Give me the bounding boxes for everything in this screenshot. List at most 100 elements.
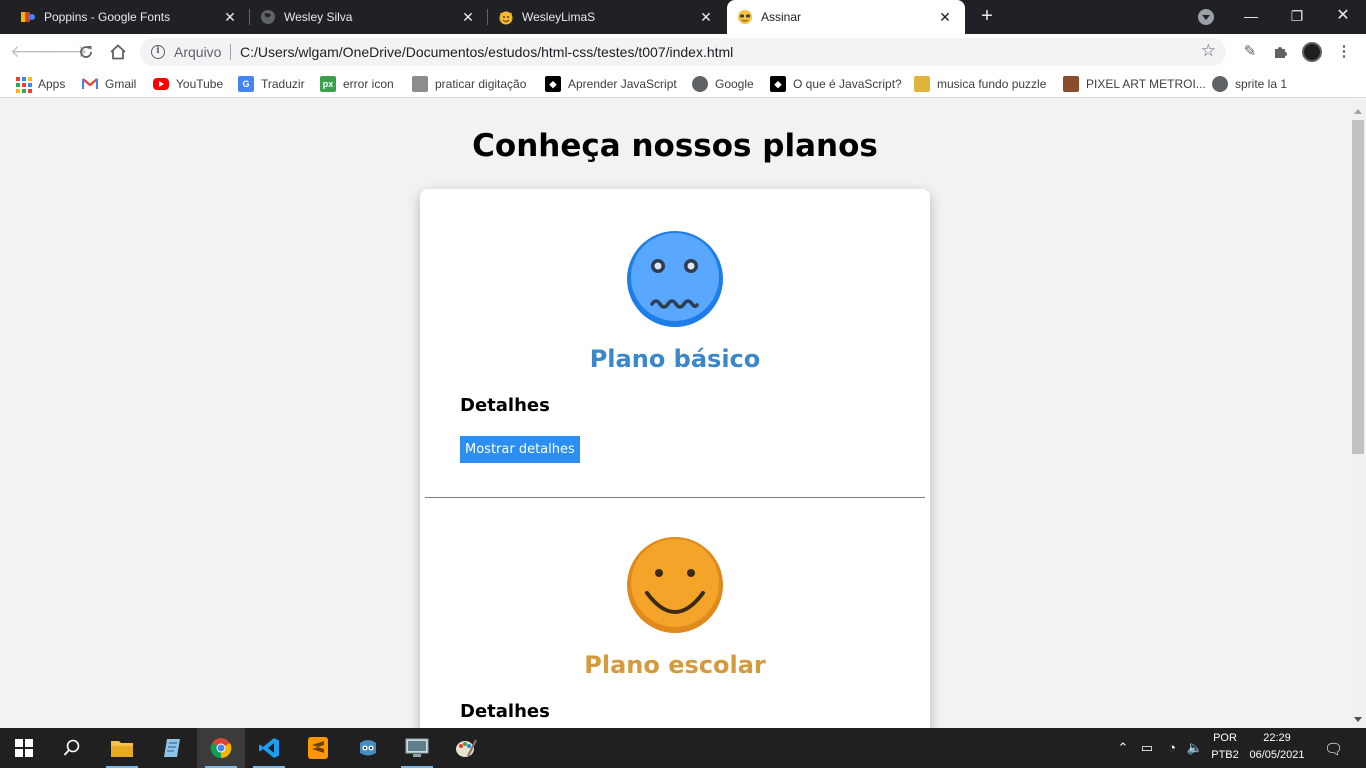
bookmark-google[interactable]: Google xyxy=(692,76,754,92)
bookmark-pixel-art[interactable]: PIXEL ART METROI... xyxy=(1063,76,1206,92)
keyboard-layout[interactable]: PTB2 xyxy=(1210,749,1240,761)
new-tab-button[interactable]: + xyxy=(976,5,998,27)
language-indicator[interactable]: POR xyxy=(1210,732,1240,744)
tab-title: WesleyLimaS xyxy=(522,10,596,24)
wifi-icon[interactable]: ◔ xyxy=(1163,740,1181,755)
home-icon[interactable] xyxy=(106,40,130,64)
tab-search-icon[interactable] xyxy=(1198,9,1214,25)
scroll-thumb[interactable] xyxy=(1352,120,1364,454)
close-window-button[interactable]: ✕ xyxy=(1320,0,1366,34)
bookmark-traduzir[interactable]: G Traduzir xyxy=(238,76,305,92)
typing-icon xyxy=(412,76,428,92)
page-title: Conheça nossos planos xyxy=(472,128,878,164)
pixel-art-icon xyxy=(1063,76,1079,92)
start-icon[interactable] xyxy=(0,728,48,768)
smiley-cat-icon xyxy=(498,9,514,25)
search-icon[interactable] xyxy=(48,728,96,768)
bookmark-label: YouTube xyxy=(176,77,224,91)
bookmark-sprite-la-1[interactable]: sprite la 1 xyxy=(1212,76,1287,92)
bookmark-gmail[interactable]: Gmail xyxy=(82,76,136,92)
volume-icon[interactable]: 🔈 xyxy=(1186,740,1204,756)
bookmark-label: praticar digitação xyxy=(435,77,527,91)
chrome-icon[interactable] xyxy=(197,728,245,768)
clock-date[interactable]: 06/05/2021 xyxy=(1246,749,1308,761)
menu-kebab-icon[interactable]: ⋮ xyxy=(1334,42,1354,62)
minimize-button[interactable]: — xyxy=(1228,0,1274,34)
bookmark-black-icon: ◆ xyxy=(770,76,786,92)
restore-button[interactable]: ❐ xyxy=(1274,0,1320,34)
address-bar[interactable]: i Arquivo C:/Users/wlgam/OneDrive/Docume… xyxy=(140,38,1226,66)
notification-icon[interactable]: 🗨 xyxy=(1324,740,1343,758)
extensions-puzzle-icon[interactable] xyxy=(1270,42,1290,62)
plans-card: Plano básico Detalhes Mostrar detalhes P… xyxy=(420,189,930,728)
youtube-icon xyxy=(153,78,169,90)
nervous-face-icon xyxy=(625,229,725,329)
godot-icon[interactable] xyxy=(344,728,392,768)
globe-icon xyxy=(260,9,276,25)
close-tab-icon[interactable]: ✕ xyxy=(222,9,238,25)
reload-icon[interactable] xyxy=(74,40,98,64)
tab-assinar[interactable]: Assinar ✕ xyxy=(727,0,965,34)
security-label: Arquivo xyxy=(174,44,222,60)
sublime-text-icon[interactable] xyxy=(294,728,342,768)
star-bookmark-icon[interactable]: ☆ xyxy=(1201,41,1216,61)
forward-arrow-icon[interactable]: 🡒 xyxy=(42,40,88,64)
plan-divider xyxy=(425,497,925,498)
file-explorer-icon[interactable] xyxy=(98,728,146,768)
smiling-face-icon xyxy=(625,535,725,635)
battery-icon[interactable]: ▭ xyxy=(1138,740,1156,756)
browser-tab-strip: Poppins - Google Fonts ✕ Wesley Silva ✕ … xyxy=(0,0,1366,34)
bookmark-label: sprite la 1 xyxy=(1235,77,1288,91)
bookmark-praticar-digitacao[interactable]: praticar digitação xyxy=(412,76,526,92)
tab-title: Wesley Silva xyxy=(284,10,353,24)
bookmark-aprender-javascript[interactable]: ◆ Aprender JavaScript xyxy=(545,76,677,92)
scroll-down-arrow-icon[interactable] xyxy=(1354,717,1362,722)
vscode-icon[interactable] xyxy=(245,728,293,768)
plan-name: Plano básico xyxy=(589,345,761,373)
bookmark-error-icon[interactable]: px error icon xyxy=(320,76,394,92)
bookmark-label: musica fundo puzzle xyxy=(937,77,1047,91)
paint-icon[interactable] xyxy=(442,728,490,768)
info-icon[interactable]: i xyxy=(151,45,165,59)
profile-avatar[interactable] xyxy=(1302,42,1322,62)
bookmark-label: Traduzir xyxy=(261,77,305,91)
bookmark-youtube[interactable]: YouTube xyxy=(153,76,223,92)
remote-desktop-icon[interactable] xyxy=(393,728,441,768)
close-tab-icon[interactable]: ✕ xyxy=(937,9,953,25)
notepad-icon[interactable] xyxy=(148,728,196,768)
tab-wesley-silva[interactable]: Wesley Silva ✕ xyxy=(250,0,488,34)
windows-taskbar: ⌃ ▭ ◔ 🔈 POR PTB2 22:29 06/05/2021 🗨 xyxy=(0,728,1366,768)
chevron-up-icon[interactable]: ⌃ xyxy=(1114,740,1132,756)
globe-icon xyxy=(692,76,708,92)
url-text[interactable]: C:/Users/wlgam/OneDrive/Documentos/estud… xyxy=(240,44,733,60)
tab-title: Assinar xyxy=(761,10,802,24)
close-tab-icon[interactable]: ✕ xyxy=(460,9,476,25)
details-heading: Detalhes xyxy=(460,395,550,416)
extension-pen-icon[interactable]: ✎ xyxy=(1240,42,1260,62)
bookmark-label: Apps xyxy=(38,77,66,91)
address-separator xyxy=(230,44,231,60)
tab-title: Poppins - Google Fonts xyxy=(44,10,171,24)
bookmark-label: O que é JavaScript? xyxy=(793,77,902,91)
bookmark-label: Google xyxy=(715,77,754,91)
bookmark-musica-fundo-puzzle[interactable]: musica fundo puzzle xyxy=(914,76,1046,92)
close-tab-icon[interactable]: ✕ xyxy=(698,9,714,25)
bookmark-label: error icon xyxy=(343,77,394,91)
music-icon xyxy=(914,76,930,92)
bookmarks-bar: Apps Gmail YouTube G Traduzir px error i… xyxy=(0,70,1366,98)
show-details-button[interactable]: Mostrar detalhes xyxy=(460,436,580,463)
scroll-up-arrow-icon[interactable] xyxy=(1354,109,1362,114)
translate-icon: G xyxy=(238,76,254,92)
page-viewport: Conheça nossos planos Plano básico Detal… xyxy=(0,98,1350,728)
tab-poppins-google-fonts[interactable]: Poppins - Google Fonts ✕ xyxy=(0,0,250,34)
globe-icon xyxy=(1212,76,1228,92)
bookmark-apps[interactable]: Apps xyxy=(15,76,66,93)
bookmark-label: Aprender JavaScript xyxy=(568,77,677,91)
browser-toolbar: 🡐 🡒 i Arquivo C:/Users/wlgam/OneDrive/Do… xyxy=(0,34,1366,70)
bookmark-label: PIXEL ART METROI... xyxy=(1086,77,1206,91)
back-arrow-icon[interactable]: 🡐 xyxy=(10,40,56,64)
tab-wesleylimas[interactable]: WesleyLimaS ✕ xyxy=(488,0,726,34)
bookmark-o-que-e-javascript[interactable]: ◆ O que é JavaScript? xyxy=(770,76,902,92)
page-scrollbar[interactable] xyxy=(1350,98,1366,728)
clock-time[interactable]: 22:29 xyxy=(1246,732,1308,744)
